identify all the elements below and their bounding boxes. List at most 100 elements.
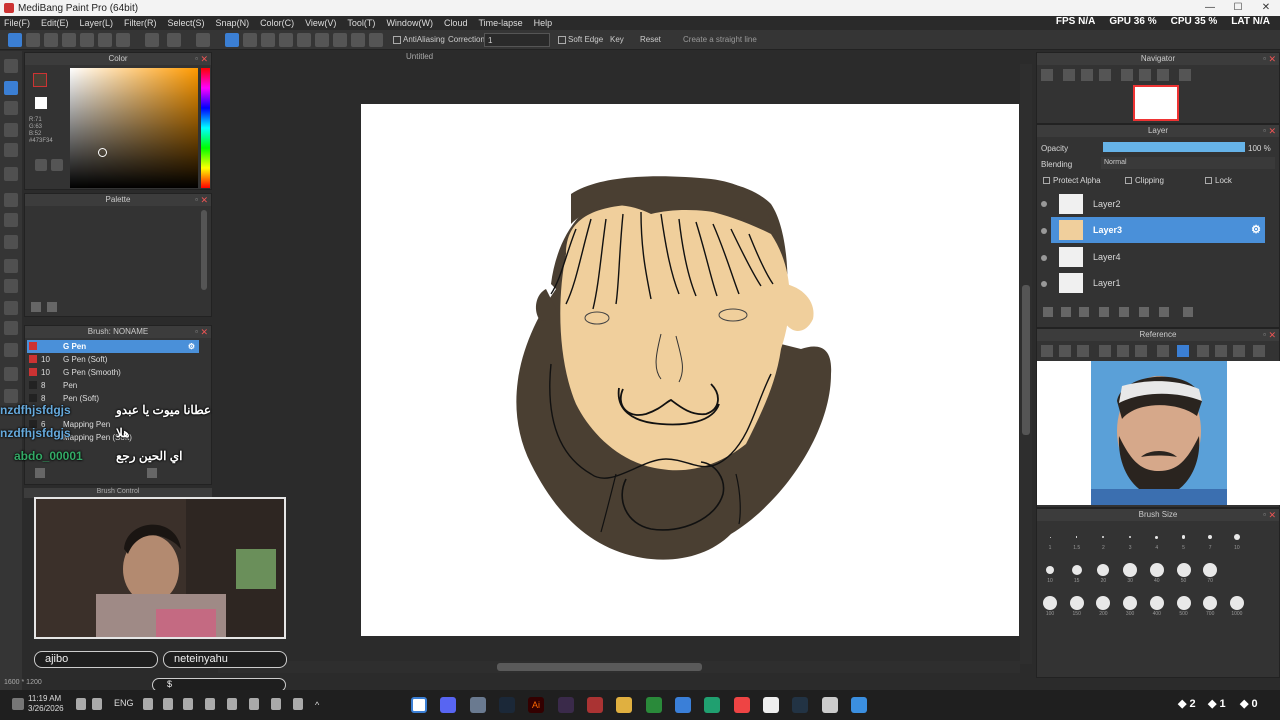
visibility-icon[interactable] [1041,201,1047,207]
ref-zoom-in-icon[interactable] [1099,345,1111,357]
sync-icon[interactable] [205,698,215,710]
soft-edge-checkbox[interactable] [558,36,566,44]
ref-flip-icon[interactable] [1253,345,1265,357]
new-8bit-layer-icon[interactable] [1079,307,1089,317]
ref-folder-icon[interactable] [1059,345,1071,357]
close-icon[interactable]: ✕ [1268,53,1276,65]
delete-brush-icon[interactable] [147,468,157,478]
move-tool-icon[interactable] [4,167,18,181]
menu-help[interactable]: Help [534,18,553,28]
brush-size-option[interactable] [1176,596,1191,610]
menu-filter[interactable]: Filter(R) [124,18,157,28]
open-icon[interactable] [44,33,58,47]
medibang-taskbar-icon[interactable] [411,697,427,713]
brush-item[interactable]: 10 G Pen (Smooth) [27,366,199,379]
float-icon[interactable]: ▫ [195,194,198,206]
zoom-out-icon[interactable] [1041,69,1053,81]
menu-color[interactable]: Color(C) [260,18,294,28]
menu-cloud[interactable]: Cloud [444,18,468,28]
snap-settings-icon[interactable] [369,33,383,47]
lock-checkbox[interactable] [1205,177,1212,184]
ref-rotate-left-icon[interactable] [1197,345,1209,357]
brush-size-option[interactable] [1096,596,1111,610]
chevron-up-icon[interactable]: ^ [315,700,319,710]
horizontal-scroll-thumb[interactable] [497,663,702,671]
close-icon[interactable]: ✕ [1268,509,1276,521]
new-layer-icon[interactable] [1043,307,1053,317]
brush-size-option[interactable] [1069,596,1084,610]
brush-size-option[interactable] [1203,596,1218,610]
text-tool-icon[interactable] [4,367,18,381]
layer-row-layer4[interactable]: Layer4 [1051,244,1265,270]
ref-zoom-out-icon[interactable] [1135,345,1147,357]
app-icon[interactable] [675,697,691,713]
float-icon[interactable]: ▫ [1263,509,1266,521]
select-pen-icon[interactable] [4,321,18,335]
curve-icon[interactable] [333,33,347,47]
merge-layer-icon[interactable] [1159,307,1169,317]
brush-size-option[interactable] [1123,563,1138,577]
navigator-thumbnail[interactable] [1133,85,1179,121]
magic-wand-icon[interactable] [4,301,18,315]
gradient-tool-icon[interactable] [4,235,18,249]
layer-row-layer2[interactable]: Layer2 [1051,191,1265,217]
illustrator-icon[interactable]: Ai [528,697,544,713]
add-brush-icon[interactable] [35,468,45,478]
concentric-icon[interactable] [261,33,275,47]
ref-rotate-right-icon[interactable] [1233,345,1245,357]
discord-icon[interactable] [440,697,456,713]
app-icon[interactable] [822,697,838,713]
vertical-scroll-thumb[interactable] [1022,285,1030,435]
gear-icon[interactable]: ⚙ [1251,223,1261,236]
settings-icon[interactable] [12,698,24,710]
blending-select[interactable]: Normal [1101,157,1275,169]
bluetooth-icon[interactable] [271,698,281,710]
reference-image[interactable] [1037,361,1280,505]
chrome-icon[interactable] [734,697,750,713]
menu-file[interactable]: File(F) [4,18,30,28]
perspective-icon[interactable] [279,33,293,47]
float-icon[interactable]: ▫ [195,53,198,65]
select-tool-icon[interactable] [4,259,18,273]
brush-size-option[interactable] [1155,535,1159,539]
file-explorer-icon[interactable] [616,697,632,713]
display-icon[interactable] [92,698,102,710]
color-picker-cursor[interactable] [98,148,107,157]
folder-icon[interactable] [1119,307,1129,317]
menu-view[interactable]: View(V) [305,18,336,28]
brush-tool-icon[interactable] [4,59,18,73]
brush-size-option[interactable] [1229,596,1244,610]
brush-size-option[interactable] [1176,563,1191,577]
save-icon[interactable] [62,33,76,47]
close-icon[interactable]: ✕ [1268,329,1276,341]
radial-icon[interactable] [297,33,311,47]
ref-rotate-icon[interactable] [1215,345,1227,357]
layer-row-layer1[interactable]: Layer1 [1051,270,1265,296]
app-icon[interactable] [763,697,779,713]
snap-icon[interactable] [351,33,365,47]
flip-icon[interactable] [1179,69,1191,81]
app-icon[interactable] [851,697,867,713]
brush-size-option[interactable] [1203,563,1218,577]
background-swatch[interactable] [35,97,47,109]
redo-icon[interactable] [167,33,181,47]
protect-alpha-checkbox[interactable] [1043,177,1050,184]
ref-hand-icon[interactable] [1177,345,1189,357]
brush-size-option[interactable] [1043,596,1057,610]
brush-size-option[interactable] [1181,535,1186,539]
menu-window[interactable]: Window(W) [386,18,433,28]
brush-size-option[interactable] [1102,536,1105,538]
mic-icon[interactable] [163,698,173,710]
menu-timelapse[interactable]: Time-lapse [478,18,522,28]
layer-menu-icon[interactable] [1099,307,1109,317]
brush-item[interactable]: 10 G Pen (Soft) [27,353,199,366]
clipping-checkbox[interactable] [1125,177,1132,184]
location-icon[interactable] [293,698,303,710]
battery-icon[interactable] [183,698,193,710]
export-icon[interactable] [80,33,94,47]
language-indicator[interactable]: ENG [114,698,134,708]
ref-eyedropper-icon[interactable] [1157,345,1169,357]
float-icon[interactable]: ▫ [195,326,198,338]
ref-open-icon[interactable] [1041,345,1053,357]
keyboard-icon[interactable] [227,698,237,710]
